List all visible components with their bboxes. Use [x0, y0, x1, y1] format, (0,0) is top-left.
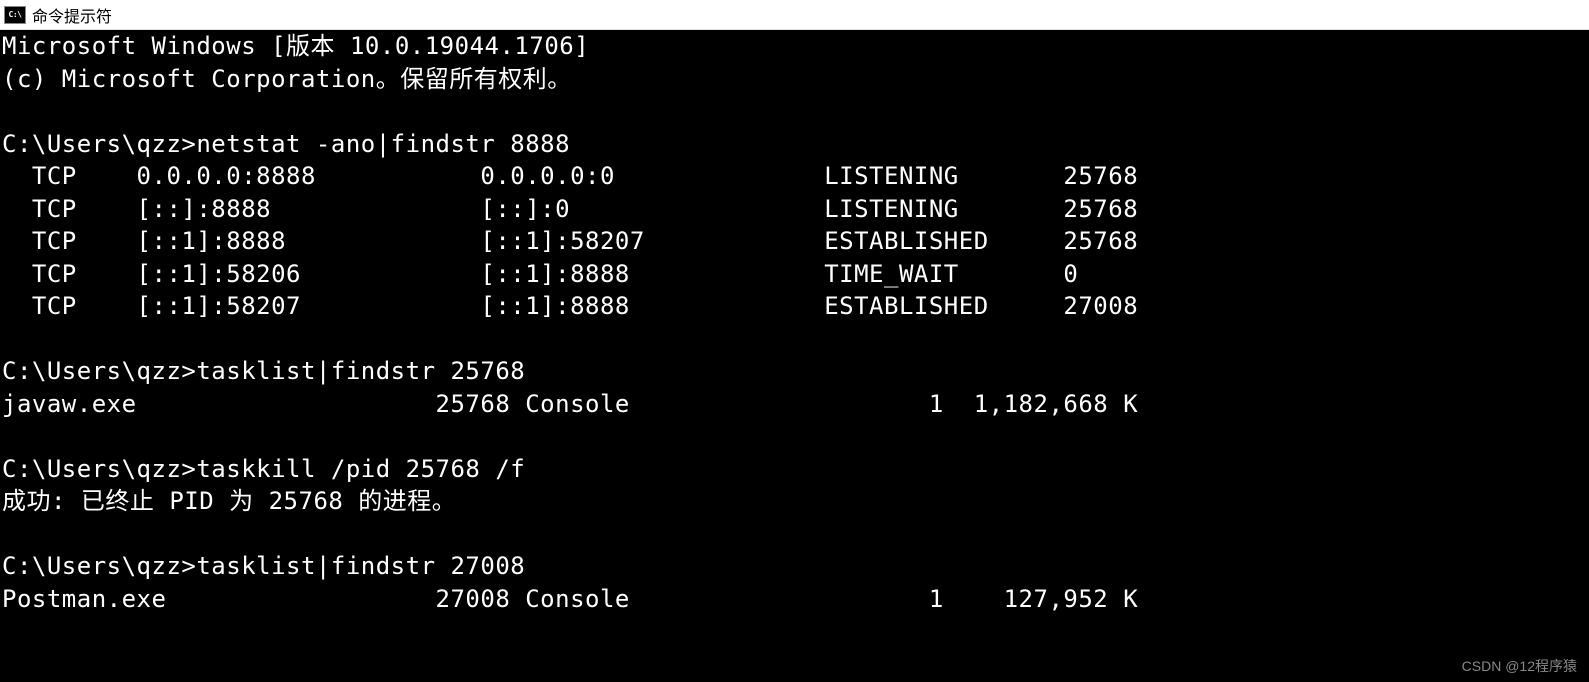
cmd-icon: C:\: [4, 6, 26, 24]
watermark: CSDN @12程序猿: [1462, 656, 1577, 676]
terminal-output[interactable]: Microsoft Windows [版本 10.0.19044.1706] (…: [0, 30, 1589, 682]
window-title: 命令提示符: [32, 3, 112, 27]
titlebar[interactable]: C:\ 命令提示符: [0, 0, 1589, 30]
